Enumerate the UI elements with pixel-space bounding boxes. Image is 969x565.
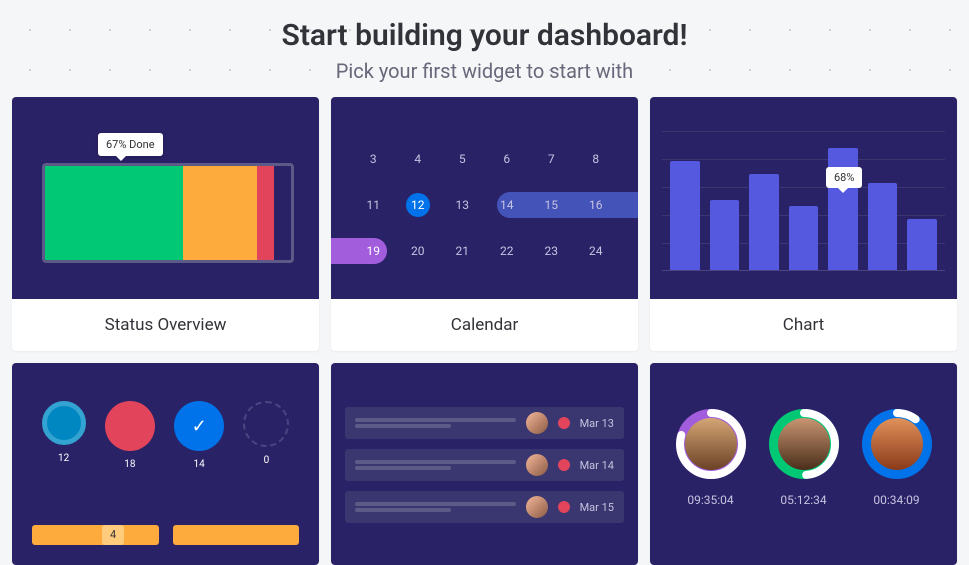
check-icon: ✓ — [192, 416, 207, 437]
status-tooltip: 67% Done — [98, 133, 163, 156]
calendar-day: 5 — [440, 147, 485, 171]
widget-card-numbers[interactable]: 12 18 ✓ 14 0 4 — [12, 363, 319, 565]
number-value: 18 — [124, 459, 135, 470]
page-subtitle: Pick your first widget to start with — [0, 59, 969, 83]
numbers-row: 12 18 ✓ 14 0 — [32, 401, 299, 470]
chart-bar — [670, 161, 700, 272]
calendar-day: 24 — [574, 239, 619, 263]
calendar-day: 14 — [485, 193, 530, 217]
numbers-preview: 12 18 ✓ 14 0 4 — [12, 363, 319, 565]
battery-icon — [42, 163, 294, 263]
text-placeholder — [355, 500, 516, 514]
widget-label: Calendar — [331, 299, 638, 351]
time-value: 09:35:04 — [676, 493, 746, 507]
calendar-day: 6 — [485, 147, 530, 171]
number-item: 12 — [42, 401, 86, 470]
calendar-day: 13 — [440, 193, 485, 217]
status-bar-red — [257, 166, 274, 260]
numbers-bars: 4 — [32, 525, 299, 545]
widget-card-table[interactable]: Mar 13 Mar 14 Mar 15 — [331, 363, 638, 565]
page-title: Start building your dashboard! — [0, 18, 969, 53]
number-item: ✓ 14 — [174, 401, 224, 470]
avatar-icon — [526, 412, 548, 434]
status-dot-icon — [558, 501, 570, 513]
widget-card-status-overview[interactable]: 67% Done Status Overview — [12, 97, 319, 351]
dashed-circle-icon — [243, 401, 289, 447]
text-placeholder — [355, 416, 516, 430]
widget-card-chart[interactable]: 68% Chart — [650, 97, 957, 351]
status-dot-icon — [558, 417, 570, 429]
timetracking-item: 05:12:34 — [769, 409, 839, 507]
number-value: 14 — [194, 459, 205, 470]
progress-ring-icon — [769, 409, 839, 479]
calendar-day: 22 — [485, 239, 530, 263]
number-item: 0 — [243, 401, 289, 470]
table-row: Mar 15 — [345, 491, 624, 523]
header: Start building your dashboard! Pick your… — [0, 0, 969, 97]
status-preview: 67% Done — [12, 97, 319, 299]
chart-bar — [868, 183, 898, 271]
table-row: Mar 14 — [345, 449, 624, 481]
number-item: 18 — [105, 401, 155, 470]
calendar-day: 4 — [396, 147, 441, 171]
circle-icon — [105, 401, 155, 451]
progress-ring-icon — [862, 409, 932, 479]
chart-bar — [907, 219, 937, 271]
chart-bar — [710, 200, 740, 272]
table-date: Mar 15 — [580, 501, 614, 514]
table-preview: Mar 13 Mar 14 Mar 15 — [331, 363, 638, 565]
status-bar-orange — [183, 166, 257, 260]
table-date: Mar 14 — [580, 459, 614, 472]
calendar-day: 7 — [529, 147, 574, 171]
status-bar-green — [45, 166, 183, 260]
calendar-preview: 3 4 5 6 7 8 11 12 13 14 15 16 19 20 21 2… — [331, 97, 638, 299]
widget-label: Chart — [650, 299, 957, 351]
time-value: 00:34:09 — [862, 493, 932, 507]
circle-check-icon: ✓ — [174, 401, 224, 451]
number-value: 12 — [58, 453, 69, 464]
calendar-day: 20 — [396, 239, 441, 263]
calendar-day-selected: 12 — [396, 193, 441, 217]
progress-ring-icon — [676, 409, 746, 479]
avatar-icon — [526, 454, 548, 476]
timetracking-row: 09:35:04 05:12:34 00:34:09 — [664, 409, 943, 507]
timetracking-preview: 09:35:04 05:12:34 00:34:09 — [650, 363, 957, 565]
calendar-day: 23 — [529, 239, 574, 263]
calendar-day: 19 — [351, 239, 396, 263]
chart-bar — [749, 174, 779, 272]
table-rows: Mar 13 Mar 14 Mar 15 — [331, 363, 638, 523]
table-date: Mar 13 — [580, 417, 614, 430]
number-value: 0 — [264, 455, 270, 466]
status-dot-icon — [558, 459, 570, 471]
timetracking-item: 00:34:09 — [862, 409, 932, 507]
calendar-day: 16 — [574, 193, 619, 217]
chart-tooltip: 68% — [826, 167, 862, 188]
calendar-day: 3 — [351, 147, 396, 171]
number-bar-label: 4 — [102, 525, 124, 545]
chart-bar — [789, 206, 819, 271]
timetracking-item: 09:35:04 — [676, 409, 746, 507]
text-placeholder — [355, 458, 516, 472]
number-bar: 4 — [32, 525, 159, 545]
widget-card-time-tracking[interactable]: 09:35:04 05:12:34 00:34:09 — [650, 363, 957, 565]
calendar-day: 15 — [529, 193, 574, 217]
chart-preview: 68% — [650, 97, 957, 299]
table-row: Mar 13 — [345, 407, 624, 439]
widget-card-calendar[interactable]: 3 4 5 6 7 8 11 12 13 14 15 16 19 20 21 2… — [331, 97, 638, 351]
chart-baseline — [662, 270, 945, 271]
calendar-day: 8 — [574, 147, 619, 171]
widget-grid: 67% Done Status Overview 3 4 5 6 7 8 11 — [0, 97, 969, 565]
calendar-grid: 3 4 5 6 7 8 11 12 13 14 15 16 19 20 21 2… — [331, 97, 638, 263]
number-bar — [173, 525, 300, 545]
avatar-icon — [526, 496, 548, 518]
circle-icon — [42, 401, 86, 445]
time-value: 05:12:34 — [769, 493, 839, 507]
calendar-day: 11 — [351, 193, 396, 217]
widget-label: Status Overview — [12, 299, 319, 351]
chart-bars — [670, 141, 937, 271]
calendar-day: 21 — [440, 239, 485, 263]
